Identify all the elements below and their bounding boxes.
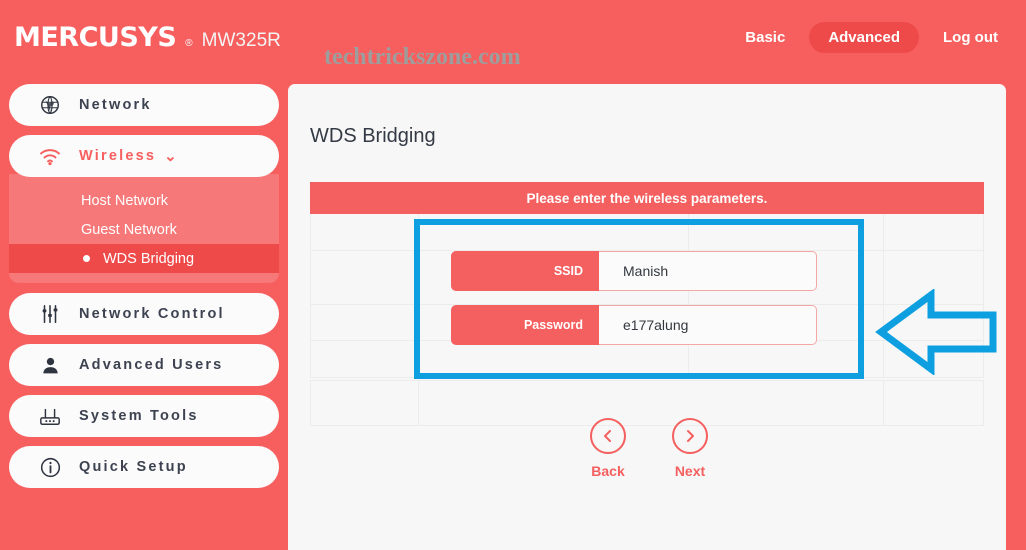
- device-model: MW325R: [201, 30, 281, 51]
- wifi-icon: [35, 142, 65, 170]
- sidebar-item-host-network[interactable]: Host Network: [9, 186, 279, 215]
- sidebar-item-label: Advanced Users: [79, 357, 224, 373]
- chevron-down-icon: ⌄: [164, 147, 177, 165]
- password-label: Password: [451, 305, 599, 345]
- submenu-item-label: Guest Network: [81, 221, 177, 238]
- form-grid-background: [310, 214, 984, 378]
- sidebar-item-label: Network Control: [79, 306, 225, 322]
- chevron-right-icon: [672, 418, 708, 454]
- nav-tab-basic[interactable]: Basic: [735, 22, 795, 53]
- ssid-field-row: SSID Manish: [451, 251, 817, 291]
- registered-mark: ®: [185, 38, 193, 49]
- top-navigation: Basic Advanced Log out: [735, 22, 1008, 53]
- watermark-text: techtrickszone.com: [324, 44, 521, 70]
- back-button[interactable]: Back: [581, 418, 635, 479]
- router-icon: [35, 402, 65, 430]
- submenu-item-label: WDS Bridging: [103, 250, 195, 267]
- instruction-banner: Please enter the wireless parameters.: [310, 182, 984, 214]
- sidebar-item-advanced-users[interactable]: Advanced Users: [9, 344, 279, 386]
- password-input[interactable]: e177alung: [599, 305, 817, 345]
- sidebar-item-guest-network[interactable]: Guest Network: [9, 215, 279, 244]
- wizard-navigation: Back Next: [581, 418, 717, 479]
- sidebar-item-label: Wireless: [79, 148, 157, 164]
- back-button-label: Back: [591, 463, 625, 479]
- brand-logo: MERCUSYS ® MW325R: [14, 22, 281, 53]
- ssid-input[interactable]: Manish: [599, 251, 817, 291]
- brand-name: MERCUSYS: [14, 22, 177, 53]
- content-panel: WDS Bridging Please enter the wireless p…: [288, 84, 1006, 550]
- globe-icon: [35, 91, 65, 119]
- active-bullet-icon: [83, 255, 90, 262]
- submenu-item-label: Host Network: [81, 192, 169, 209]
- next-button-label: Next: [674, 463, 706, 479]
- wireless-submenu: Host Network Guest Network WDS Bridging: [9, 174, 279, 283]
- chevron-left-icon: [590, 418, 626, 454]
- sidebar-item-label: Network: [79, 97, 152, 113]
- sidebar-item-label: System Tools: [79, 408, 199, 424]
- sidebar-item-network-control[interactable]: Network Control: [9, 293, 279, 335]
- sidebar-item-system-tools[interactable]: System Tools: [9, 395, 279, 437]
- sidebar-item-wds-bridging[interactable]: WDS Bridging: [9, 244, 279, 273]
- sidebar-item-quick-setup[interactable]: Quick Setup: [9, 446, 279, 488]
- sidebar: Network Wireless ⌄ Host Network Guest Ne…: [0, 84, 288, 550]
- sidebar-item-label: Quick Setup: [79, 459, 188, 475]
- sidebar-item-network[interactable]: Network: [9, 84, 279, 126]
- info-circle-icon: [35, 453, 65, 481]
- sliders-icon: [35, 300, 65, 328]
- nav-logout[interactable]: Log out: [933, 22, 1008, 53]
- next-button[interactable]: Next: [663, 418, 717, 479]
- nav-tab-advanced[interactable]: Advanced: [809, 22, 920, 53]
- user-icon: [35, 351, 65, 379]
- sidebar-item-wireless[interactable]: Wireless ⌄: [9, 135, 279, 177]
- ssid-label: SSID: [451, 251, 599, 291]
- page-title: WDS Bridging: [310, 125, 436, 147]
- password-field-row: Password e177alung: [451, 305, 817, 345]
- app-header: MERCUSYS ® MW325R techtrickszone.com Bas…: [0, 0, 1026, 84]
